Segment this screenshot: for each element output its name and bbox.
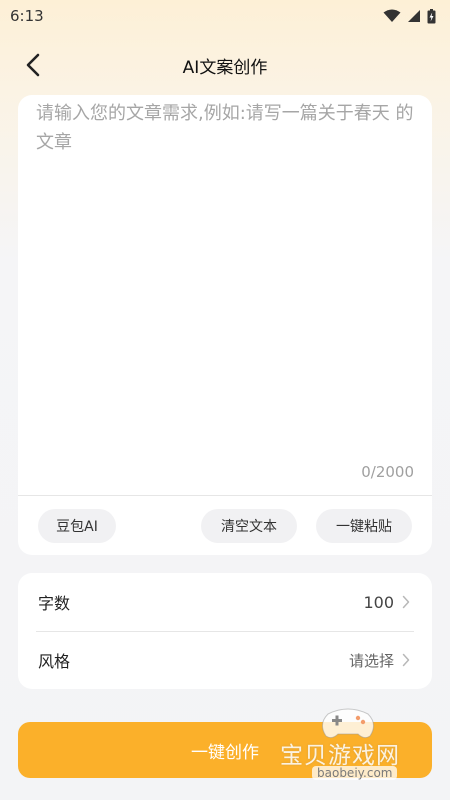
- doubao-ai-button[interactable]: 豆包AI: [38, 509, 116, 543]
- char-count: 0/2000: [361, 463, 414, 481]
- battery-icon: [427, 8, 436, 23]
- word-count-right: 100: [363, 593, 410, 612]
- prompt-textarea[interactable]: [18, 95, 432, 495]
- editor-card: 0/2000 豆包AI 清空文本 一键粘贴: [18, 95, 432, 555]
- word-count-label: 字数: [38, 594, 71, 613]
- create-button[interactable]: 一键创作: [18, 722, 432, 778]
- style-row[interactable]: 风格 请选择: [18, 631, 432, 689]
- clear-text-button[interactable]: 清空文本: [201, 509, 297, 543]
- back-button[interactable]: [16, 48, 50, 82]
- signal-icon: [408, 10, 420, 22]
- style-right: 请选择: [349, 650, 410, 671]
- status-icons: [383, 8, 436, 24]
- word-count-value: 100: [363, 592, 394, 612]
- style-label: 风格: [38, 652, 71, 671]
- status-time: 6:13: [10, 7, 44, 25]
- wifi-icon: [383, 9, 401, 22]
- status-bar: 6:13: [0, 0, 450, 32]
- chevron-left-icon: [26, 53, 40, 77]
- chevron-right-icon: [402, 595, 410, 609]
- chevron-right-icon: [402, 653, 410, 667]
- word-count-row[interactable]: 字数 100: [18, 573, 432, 631]
- style-value: 请选择: [348, 651, 394, 670]
- paste-button[interactable]: 一键粘贴: [316, 509, 412, 543]
- settings-card: 字数 100 风格 请选择: [18, 573, 432, 689]
- header: AI文案创作: [0, 40, 450, 90]
- page-title: AI文案创作: [182, 57, 268, 78]
- editor-divider: [18, 495, 432, 496]
